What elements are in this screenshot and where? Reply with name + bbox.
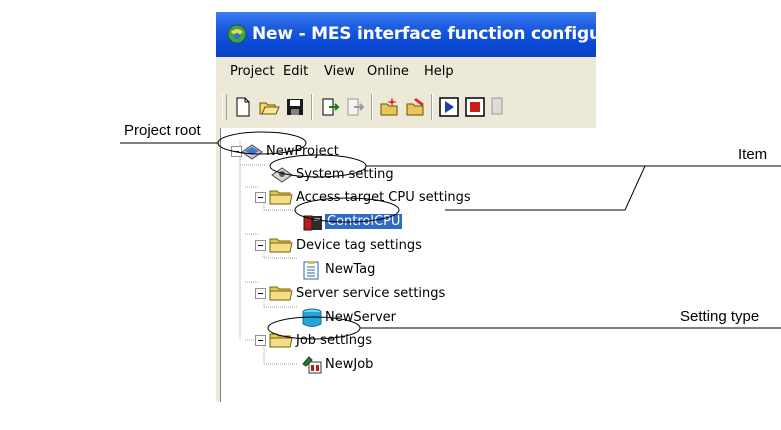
callout-ellipse-control-cpu xyxy=(294,197,400,223)
callout-ellipse-root xyxy=(217,131,307,155)
callout-item: Item xyxy=(738,146,768,163)
callout-project-root: Project root xyxy=(124,122,201,139)
callout-ellipse-job-settings xyxy=(267,316,361,340)
screenshot-stage: New - MES interface function configu Pro… xyxy=(0,0,781,430)
callout-overlay xyxy=(120,131,781,340)
callout-setting-type: Setting type xyxy=(680,308,760,325)
callout-line-item-b xyxy=(445,165,646,211)
callout-ellipse-system-setting xyxy=(269,154,367,178)
